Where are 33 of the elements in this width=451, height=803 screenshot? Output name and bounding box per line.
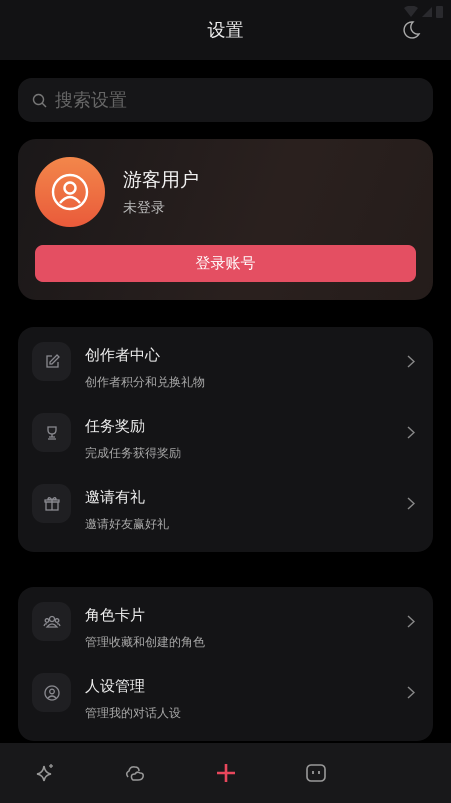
battery-icon xyxy=(436,5,443,18)
menu-item-title[interactable]: 角色卡片 xyxy=(85,606,145,625)
menu-item-title[interactable]: 人设管理 xyxy=(85,677,145,696)
chevron-right-icon[interactable] xyxy=(407,686,415,699)
edit-icon xyxy=(32,342,71,381)
sparkle-icon[interactable] xyxy=(35,763,56,783)
menu-item-subtitle: 管理收藏和创建的角色 xyxy=(85,634,205,651)
page-title: 设置 xyxy=(208,19,244,42)
robot-icon[interactable] xyxy=(306,764,326,782)
moon-icon[interactable] xyxy=(401,20,421,40)
menu-item-subtitle: 管理我的对话人设 xyxy=(85,705,181,722)
trophy-icon xyxy=(32,413,71,452)
chevron-right-icon[interactable] xyxy=(407,426,415,439)
menu-item-subtitle: 完成任务获得奖励 xyxy=(85,445,181,462)
search-field[interactable]: 搜索设置 xyxy=(18,78,433,122)
signal-icon xyxy=(422,6,432,16)
people-icon xyxy=(32,602,71,641)
plus-icon[interactable] xyxy=(216,763,236,783)
menu-item-title[interactable]: 邀请有礼 xyxy=(85,488,145,507)
user-name: 游客用户 xyxy=(123,168,199,193)
chevron-right-icon[interactable] xyxy=(407,615,415,628)
chevron-right-icon[interactable] xyxy=(407,355,415,368)
wifi-icon xyxy=(404,6,418,17)
menu-item-subtitle: 邀请好友赢好礼 xyxy=(85,516,169,533)
gift-icon xyxy=(32,484,71,523)
menu-item-title[interactable]: 任务奖励 xyxy=(85,417,145,436)
chevron-right-icon[interactable] xyxy=(407,497,415,510)
menu-item-title[interactable]: 创作者中心 xyxy=(85,346,160,365)
login-status: 未登录 xyxy=(123,199,166,217)
person-icon xyxy=(32,673,71,712)
clouds-icon[interactable] xyxy=(124,763,146,783)
login-button[interactable]: 登录账号 xyxy=(35,245,416,282)
menu-item-subtitle: 创作者积分和兑换礼物 xyxy=(85,374,205,391)
